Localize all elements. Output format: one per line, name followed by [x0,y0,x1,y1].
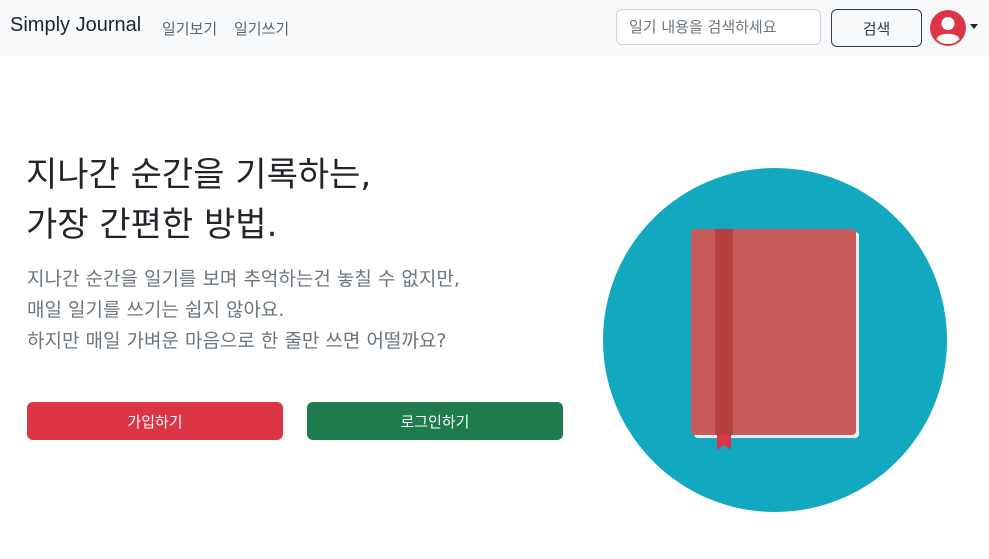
hero-title: 지나간 순간을 기록하는, 가장 간편한 방법. [26,150,371,250]
hero-title-line-1: 지나간 순간을 기록하는, [26,155,372,195]
book-spine-strap [715,229,733,435]
nav-link-write-diary[interactable]: 일기쓰기 [234,18,289,39]
signup-button[interactable]: 가입하기 [27,402,283,440]
hero-lead-line-1: 지나간 순간을 일기를 보며 추억하는건 놓칠 수 없지만, [27,268,460,290]
hero-title-line-2: 가장 간편한 방법. [26,205,278,245]
login-button[interactable]: 로그인하기 [307,402,563,440]
book-illustration [603,168,947,512]
hero-lead: 지나간 순간을 일기를 보며 추억하는건 놓칠 수 없지만, 매일 일기를 쓰기… [27,264,460,357]
navbar: Simply Journal 일기보기 일기쓰기 검색 [0,0,989,56]
caret-down-icon[interactable] [970,24,978,29]
search-input[interactable] [616,9,821,45]
brand-logo[interactable]: Simply Journal [10,14,141,37]
hero-lead-line-3: 하지만 매일 가벼운 마음으로 한 줄만 쓰면 어떨까요? [27,330,447,352]
nav-link-view-diary[interactable]: 일기보기 [162,18,217,39]
search-button[interactable]: 검색 [831,9,922,47]
user-avatar-icon[interactable] [930,10,966,46]
hero-lead-line-2: 매일 일기를 쓰기는 쉽지 않아요. [27,299,285,321]
